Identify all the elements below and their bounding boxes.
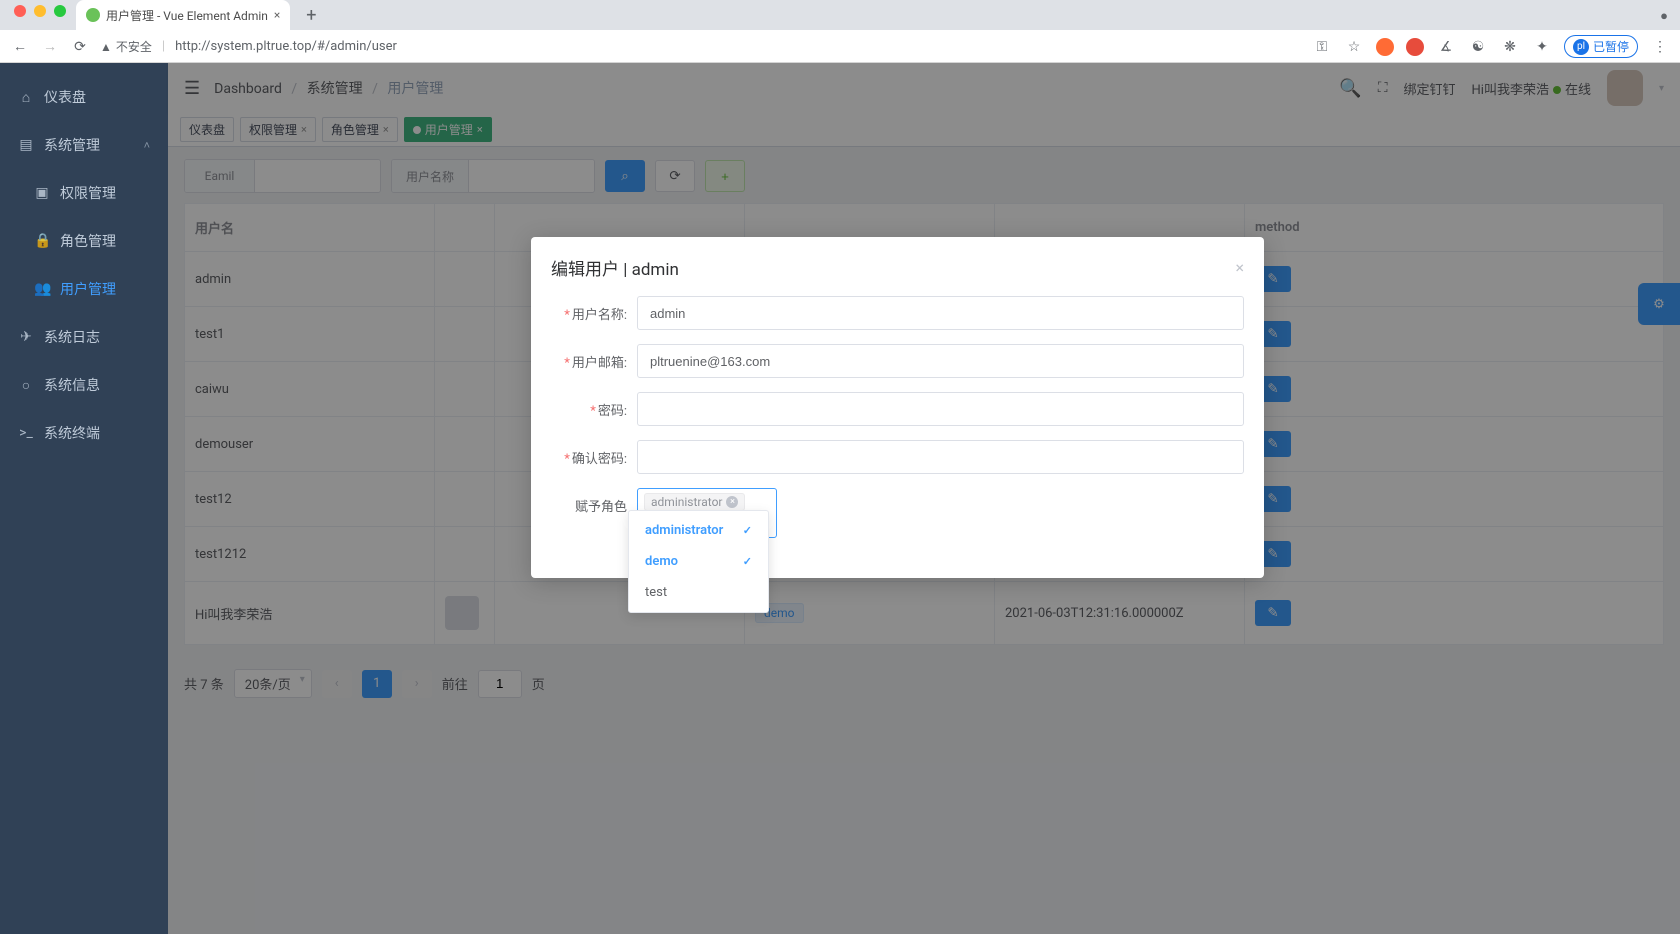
confirm-password-field[interactable] xyxy=(637,440,1244,474)
extension-icon[interactable]: ∡ xyxy=(1436,39,1456,55)
sidebar-item-info[interactable]: ○系统信息 xyxy=(0,361,168,409)
extension-icon[interactable] xyxy=(1376,38,1394,56)
confirm-password-label: *确认密码: xyxy=(551,448,637,467)
extension-icon[interactable] xyxy=(1406,38,1424,56)
log-icon: ✈ xyxy=(18,329,34,345)
debugger-paused-pill[interactable]: pl 已暂停 xyxy=(1564,35,1638,58)
sidebar-item-terminal[interactable]: >_系统终端 xyxy=(0,409,168,457)
remove-tag-icon[interactable]: × xyxy=(726,496,738,508)
role-option-administrator[interactable]: administrator✓ xyxy=(629,515,768,546)
sidebar-item-logs[interactable]: ✈系统日志 xyxy=(0,313,168,361)
tab-bar: 用户管理 - Vue Element Admin × + ● xyxy=(0,0,1680,30)
username-label: *用户名称: xyxy=(551,304,637,323)
check-icon: ✓ xyxy=(743,524,752,537)
dialog-title: 编辑用户 | admin xyxy=(551,255,679,280)
minimize-window-icon[interactable] xyxy=(34,5,46,17)
system-icon: ▤ xyxy=(18,137,34,153)
new-tab-button[interactable]: + xyxy=(298,1,324,30)
dashboard-icon: ⌂ xyxy=(18,89,34,106)
email-field[interactable] xyxy=(637,344,1244,378)
sidebar-item-dashboard[interactable]: ⌂仪表盘 xyxy=(0,73,168,121)
sidebar-item-users[interactable]: 👥用户管理 xyxy=(0,265,168,313)
terminal-icon: >_ xyxy=(18,425,34,441)
info-icon: ○ xyxy=(18,377,34,394)
bookmark-icon[interactable]: ☆ xyxy=(1344,39,1364,55)
account-dot-icon[interactable]: ● xyxy=(1648,2,1680,30)
browser-menu-icon[interactable]: ⋮ xyxy=(1650,39,1670,55)
browser-tab[interactable]: 用户管理 - Vue Element Admin × xyxy=(76,0,290,30)
extensions-menu-icon[interactable]: ✦ xyxy=(1532,39,1552,55)
tab-title: 用户管理 - Vue Element Admin xyxy=(106,7,268,24)
url-text[interactable]: http://system.pltrue.top/#/admin/user xyxy=(175,39,1302,54)
sidebar-item-system[interactable]: ▤系统管理˄ xyxy=(0,121,168,169)
address-bar: ← → ⟳ ▲ 不安全 | http://system.pltrue.top/#… xyxy=(0,30,1680,63)
chevron-up-icon: ˄ xyxy=(144,139,150,152)
sidebar-item-roles[interactable]: 🔒角色管理 xyxy=(0,217,168,265)
selected-role-tag: administrator× xyxy=(644,493,745,511)
extension-icon[interactable]: ☯ xyxy=(1468,39,1488,55)
password-label: *密码: xyxy=(551,400,637,419)
favicon-icon xyxy=(86,8,100,22)
forward-button: → xyxy=(40,38,60,55)
roles-label: 赋予角色 xyxy=(551,488,637,515)
security-indicator[interactable]: ▲ 不安全 xyxy=(100,38,152,55)
password-field[interactable] xyxy=(637,392,1244,426)
reload-button[interactable]: ⟳ xyxy=(70,39,90,55)
perm-icon: ▣ xyxy=(34,185,50,201)
back-button[interactable]: ← xyxy=(10,38,30,55)
tab-close-icon[interactable]: × xyxy=(274,8,280,22)
window-controls xyxy=(8,5,76,25)
close-window-icon[interactable] xyxy=(14,5,26,17)
sidebar-item-permissions[interactable]: ▣权限管理 xyxy=(0,169,168,217)
lock-icon: 🔒 xyxy=(34,233,50,249)
sidebar: ⌂仪表盘 ▤系统管理˄ ▣权限管理 🔒角色管理 👥用户管理 ✈系统日志 ○系统信… xyxy=(0,63,168,934)
username-field[interactable] xyxy=(637,296,1244,330)
extension-icon[interactable]: ❋ xyxy=(1500,39,1520,55)
check-icon: ✓ xyxy=(743,555,752,568)
key-icon[interactable]: ⚿ xyxy=(1312,39,1332,55)
dialog-close-button[interactable]: × xyxy=(1235,258,1244,277)
role-option-test[interactable]: test✓ xyxy=(629,577,768,608)
roles-dropdown: administrator✓ demo✓ test✓ xyxy=(628,510,769,613)
users-icon: 👥 xyxy=(34,281,50,297)
email-label: *用户邮箱: xyxy=(551,352,637,371)
browser-chrome: 用户管理 - Vue Element Admin × + ● ← → ⟳ ▲ 不… xyxy=(0,0,1680,63)
role-option-demo[interactable]: demo✓ xyxy=(629,546,768,577)
maximize-window-icon[interactable] xyxy=(54,5,66,17)
